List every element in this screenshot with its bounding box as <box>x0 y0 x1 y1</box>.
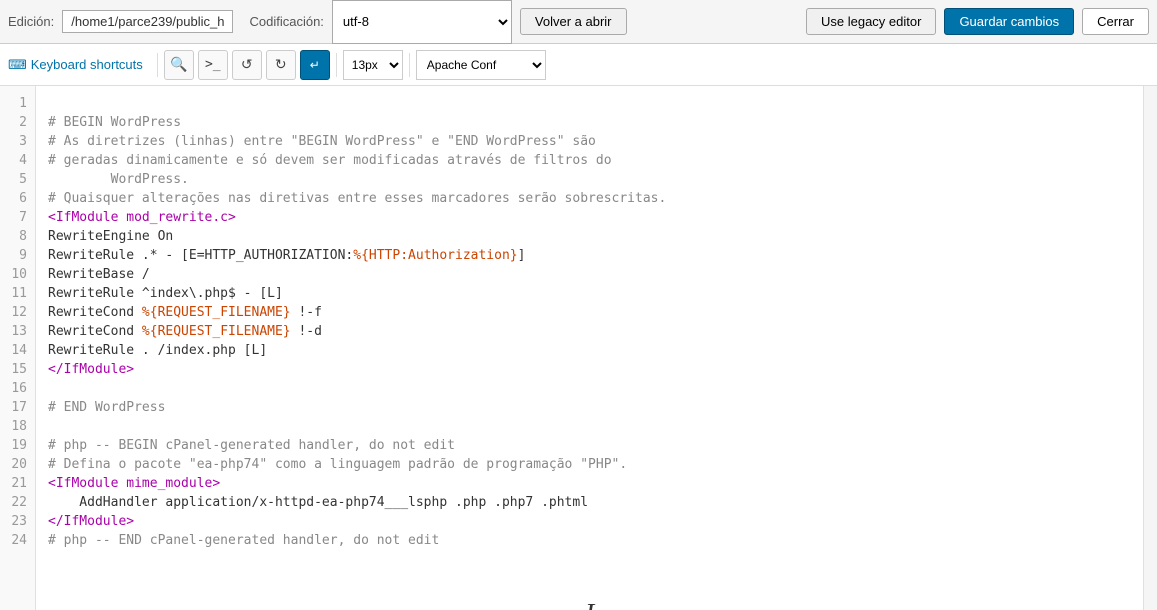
code-line: <IfModule mime_module> <box>48 474 1131 493</box>
keyboard-icon: ⌨ <box>8 57 27 73</box>
keyboard-shortcuts-link[interactable]: ⌨ Keyboard shortcuts <box>8 57 143 73</box>
code-line: # php -- END cPanel-generated handler, d… <box>48 531 1131 550</box>
line-number: 5 <box>0 170 35 189</box>
code-line: </IfModule> <box>48 360 1131 379</box>
code-line: RewriteEngine On <box>48 227 1131 246</box>
line-number: 20 <box>0 455 35 474</box>
encoding-select[interactable]: utf-8 iso-8859-1 windows-1252 <box>332 0 512 44</box>
close-button[interactable]: Cerrar <box>1082 8 1149 35</box>
line-number: 14 <box>0 341 35 360</box>
wrap-button[interactable]: ↵ <box>300 50 330 80</box>
code-line <box>48 379 1131 398</box>
reopen-button[interactable]: Volver a abrir <box>520 8 627 35</box>
code-line: RewriteRule .* - [E=HTTP_AUTHORIZATION:%… <box>48 246 1131 265</box>
line-number: 16 <box>0 379 35 398</box>
line-number: 18 <box>0 417 35 436</box>
editor-container: 123456789101112131415161718192021222324 … <box>0 86 1157 610</box>
separator-1 <box>157 53 158 77</box>
undo-button[interactable]: ↺ <box>232 50 262 80</box>
line-number: 15 <box>0 360 35 379</box>
cursor-area: I <box>48 569 1131 610</box>
redo-button[interactable]: ↻ <box>266 50 296 80</box>
search-button[interactable]: 🔍 <box>164 50 194 80</box>
line-number: 10 <box>0 265 35 284</box>
right-gutter <box>1143 86 1157 610</box>
encoding-label: Codificación: <box>249 14 323 29</box>
line-number: 1 <box>0 94 35 113</box>
line-number: 12 <box>0 303 35 322</box>
code-line <box>48 417 1131 436</box>
redo-icon: ↻ <box>275 56 287 73</box>
line-number: 13 <box>0 322 35 341</box>
code-line: # END WordPress <box>48 398 1131 417</box>
line-number: 21 <box>0 474 35 493</box>
separator-2 <box>336 53 337 77</box>
line-number: 24 <box>0 531 35 550</box>
line-number: 23 <box>0 512 35 531</box>
code-line <box>48 94 1131 113</box>
code-line: # geradas dinamicamente e só devem ser m… <box>48 151 1131 170</box>
line-number: 8 <box>0 227 35 246</box>
line-number: 17 <box>0 398 35 417</box>
line-number: 2 <box>0 113 35 132</box>
code-area[interactable]: # BEGIN WordPress# As diretrizes (linhas… <box>36 86 1143 610</box>
code-line <box>48 550 1131 569</box>
edition-label: Edición: <box>8 14 54 29</box>
code-line: # As diretrizes (linhas) entre "BEGIN Wo… <box>48 132 1131 151</box>
code-line: AddHandler application/x-httpd-ea-php74_… <box>48 493 1131 512</box>
line-number: 9 <box>0 246 35 265</box>
line-number: 6 <box>0 189 35 208</box>
separator-3 <box>409 53 410 77</box>
code-line: RewriteRule . /index.php [L] <box>48 341 1131 360</box>
save-button[interactable]: Guardar cambios <box>944 8 1074 35</box>
file-path: /home1/parce239/public_h <box>62 10 233 33</box>
terminal-icon: >_ <box>205 57 221 72</box>
line-number: 22 <box>0 493 35 512</box>
code-line: </IfModule> <box>48 512 1131 531</box>
code-line: # BEGIN WordPress <box>48 113 1131 132</box>
line-number: 19 <box>0 436 35 455</box>
line-number: 3 <box>0 132 35 151</box>
top-bar: Edición: /home1/parce239/public_h Codifi… <box>0 0 1157 44</box>
language-select[interactable]: Apache Conf HTML PHP CSS JavaScript Text <box>416 50 546 80</box>
search-icon: 🔍 <box>170 56 187 73</box>
code-line: # Defina o pacote "ea-php74" como a ling… <box>48 455 1131 474</box>
line-number: 4 <box>0 151 35 170</box>
code-line: RewriteCond %{REQUEST_FILENAME} !-d <box>48 322 1131 341</box>
line-numbers: 123456789101112131415161718192021222324 <box>0 86 36 610</box>
legacy-editor-button[interactable]: Use legacy editor <box>806 8 936 35</box>
line-number: 7 <box>0 208 35 227</box>
code-line: # php -- BEGIN cPanel-generated handler,… <box>48 436 1131 455</box>
code-line: <IfModule mod_rewrite.c> <box>48 208 1131 227</box>
terminal-button[interactable]: >_ <box>198 50 228 80</box>
code-line: # Quaisquer alterações nas diretivas ent… <box>48 189 1131 208</box>
code-line: RewriteRule ^index\.php$ - [L] <box>48 284 1131 303</box>
text-cursor: I <box>585 599 594 610</box>
fontsize-select[interactable]: 10px 11px 12px 13px 14px 16px 18px <box>343 50 403 80</box>
undo-icon: ↺ <box>241 56 253 73</box>
wrap-icon: ↵ <box>310 58 320 72</box>
second-bar: ⌨ Keyboard shortcuts 🔍 >_ ↺ ↻ ↵ 10px 11p… <box>0 44 1157 86</box>
code-line: WordPress. <box>48 170 1131 189</box>
code-line: RewriteBase / <box>48 265 1131 284</box>
code-line: RewriteCond %{REQUEST_FILENAME} !-f <box>48 303 1131 322</box>
line-number: 11 <box>0 284 35 303</box>
